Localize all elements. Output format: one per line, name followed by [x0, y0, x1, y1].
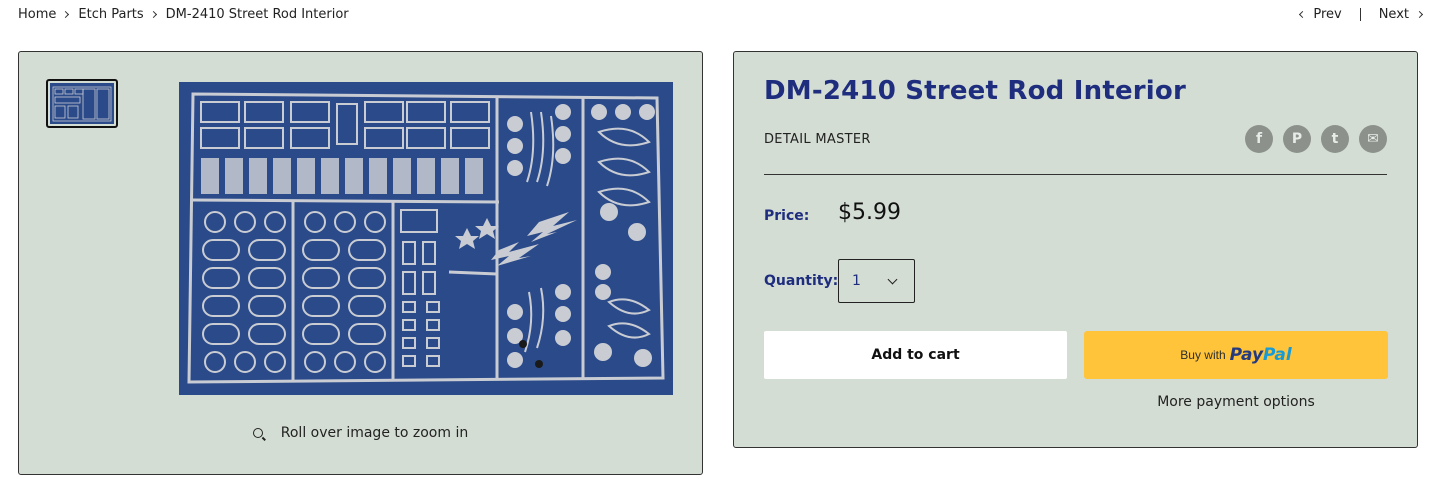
share-buttons: f P t ✉ [1245, 125, 1387, 153]
product-pager: Prev Next [1299, 7, 1424, 22]
product-title: DM-2410 Street Rod Interior [764, 76, 1186, 106]
product-main-image[interactable] [179, 82, 673, 395]
breadcrumb-etch-parts-link[interactable]: Etch Parts [78, 7, 143, 22]
thumbnail-image [50, 83, 114, 124]
zoom-hint-text: Roll over image to zoom in [280, 425, 469, 441]
paypal-logo-pal: Pal [1263, 345, 1292, 365]
prev-link[interactable]: Prev [1313, 7, 1341, 22]
email-icon[interactable]: ✉ [1359, 125, 1387, 153]
magnifier-icon [252, 428, 263, 438]
divider [764, 174, 1387, 175]
chevron-down-icon [887, 274, 898, 285]
price-value: $5.99 [838, 200, 901, 225]
facebook-icon[interactable]: f [1245, 125, 1273, 153]
price-label: Price: [764, 208, 810, 224]
zoom-hint: Roll over image to zoom in [19, 425, 702, 441]
breadcrumb-current: DM-2410 Street Rod Interior [165, 7, 349, 22]
next-link[interactable]: Next [1379, 7, 1409, 22]
add-to-cart-button[interactable]: Add to cart [764, 331, 1067, 379]
breadcrumb-home-link[interactable]: Home [18, 7, 56, 22]
paypal-prefix: Buy with [1180, 348, 1226, 362]
paypal-button[interactable]: Buy with Pay Pal [1084, 331, 1388, 379]
quantity-select[interactable]: 1 [838, 259, 915, 303]
quantity-label: Quantity: [764, 273, 839, 289]
chevron-right-icon [149, 10, 157, 19]
breadcrumb: Home Etch Parts DM-2410 Street Rod Inter… [18, 7, 349, 22]
twitter-icon[interactable]: t [1321, 125, 1349, 153]
product-vendor[interactable]: DETAIL MASTER [764, 132, 871, 147]
gallery-thumbnail[interactable] [46, 79, 118, 128]
product-info: DM-2410 Street Rod Interior DETAIL MASTE… [733, 51, 1418, 448]
chevron-right-icon [62, 10, 70, 19]
photo-etch-fret-image [179, 82, 673, 395]
quantity-value: 1 [852, 273, 861, 289]
paypal-logo-pay: Pay [1229, 345, 1264, 365]
pinterest-icon[interactable]: P [1283, 125, 1311, 153]
more-payment-options-link[interactable]: More payment options [1084, 394, 1388, 410]
pager-divider [1359, 8, 1361, 21]
chevron-left-icon [1299, 10, 1307, 19]
product-gallery: Roll over image to zoom in [18, 51, 703, 475]
chevron-right-icon [1415, 10, 1424, 19]
